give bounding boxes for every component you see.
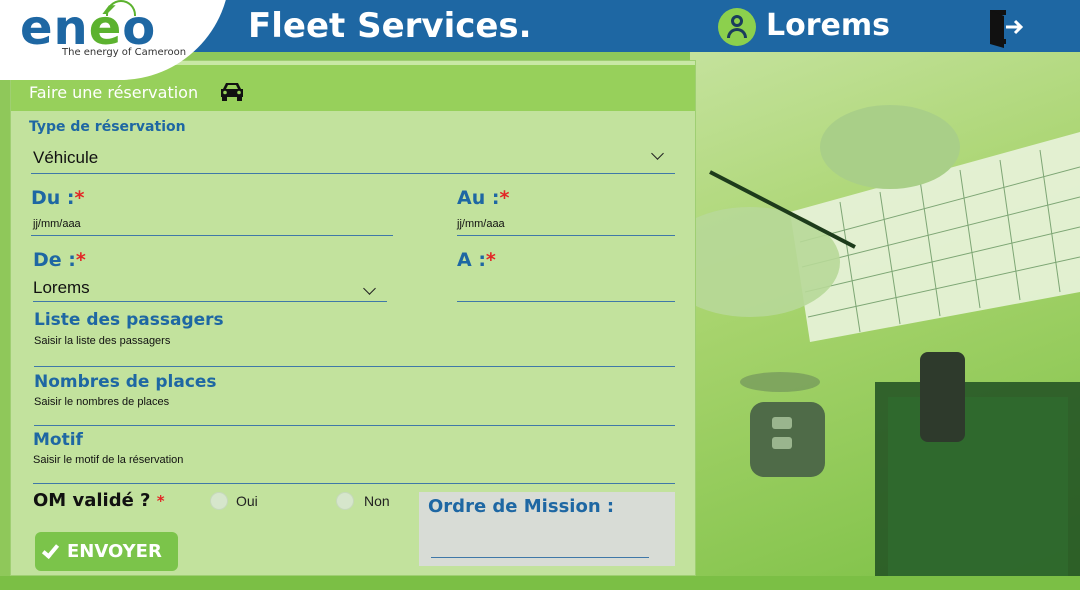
check-icon [41,540,60,560]
app-title: Fleet Services. [248,6,532,46]
logout-icon[interactable] [986,6,1028,53]
origin-value: Lorems [33,278,90,297]
form-title: Faire une réservation [29,83,199,102]
mission-order-underline [431,557,649,558]
origin-label: De :* [33,249,86,271]
required-mark: * [74,187,85,209]
submit-button-label: ENVOYER [67,541,162,562]
destination-label: A :* [457,249,496,271]
date-from-underline [31,235,393,236]
date-from-placeholder: jj/mm/aaa [33,218,81,230]
chevron-down-icon [363,282,376,295]
required-mark: * [485,249,496,271]
mission-order-field[interactable]: Ordre de Mission : [419,492,675,566]
chevron-down-icon [651,147,664,160]
passengers-placeholder: Saisir la liste des passagers [34,335,171,347]
passengers-label: Liste des passagers [34,310,224,330]
user-icon[interactable] [718,8,756,46]
submit-button[interactable]: ENVOYER [35,532,178,571]
motive-placeholder: Saisir le motif de la réservation [33,454,184,466]
date-from-input[interactable]: jj/mm/aaa [31,213,393,237]
clipboard [875,352,1080,590]
date-from-label-text: Du : [31,187,75,209]
required-mark: * [499,187,510,209]
om-validated-label: OM validé ? * [33,490,165,511]
om-validated-label-text: OM validé ? [33,490,151,511]
motive-underline [33,483,675,484]
date-to-input[interactable]: jj/mm/aaa [457,213,675,237]
logo-tagline: The energy of Cameroon [62,47,187,58]
date-from-label: Du :* [31,187,84,209]
radio-oui[interactable] [210,492,228,510]
background-illustration [690,52,1080,590]
origin-select[interactable]: Lorems [33,275,387,303]
motive-label: Motif [33,430,83,450]
date-to-placeholder: jj/mm/aaa [457,218,505,230]
radio-oui-label[interactable]: Oui [236,493,258,509]
motive-input[interactable]: Saisir le motif de la réservation [33,453,675,485]
seats-underline [34,425,675,426]
date-to-label-text: Au : [457,187,500,209]
reservation-type-value: Véhicule [33,148,99,167]
date-to-underline [457,235,675,236]
reservation-form: Faire une réservation Type de réservatio… [10,60,696,576]
required-mark: * [156,492,165,510]
destination-underline [457,301,675,302]
mission-order-label: Ordre de Mission : [428,496,615,517]
seats-label: Nombres de places [34,372,217,392]
seats-input[interactable]: Saisir le nombres de places [34,395,675,427]
radio-non-label[interactable]: Non [364,493,390,509]
reservation-type-underline [31,173,675,174]
destination-input[interactable] [457,275,675,303]
bottom-strip [0,576,1080,590]
origin-label-text: De : [33,249,76,271]
date-to-label: Au :* [457,187,509,209]
required-mark: * [75,249,86,271]
origin-underline [33,301,387,302]
passengers-input[interactable]: Saisir la liste des passagers [34,333,675,367]
radio-non[interactable] [336,492,354,510]
reservation-type-select[interactable]: Véhicule [31,143,675,175]
destination-label-text: A : [457,249,486,271]
reservation-type-label: Type de réservation [29,119,186,135]
car-icon [219,81,245,106]
seats-placeholder: Saisir le nombres de places [34,396,170,408]
user-name[interactable]: Lorems [766,4,890,48]
car-key [740,372,825,477]
passengers-underline [34,366,675,367]
